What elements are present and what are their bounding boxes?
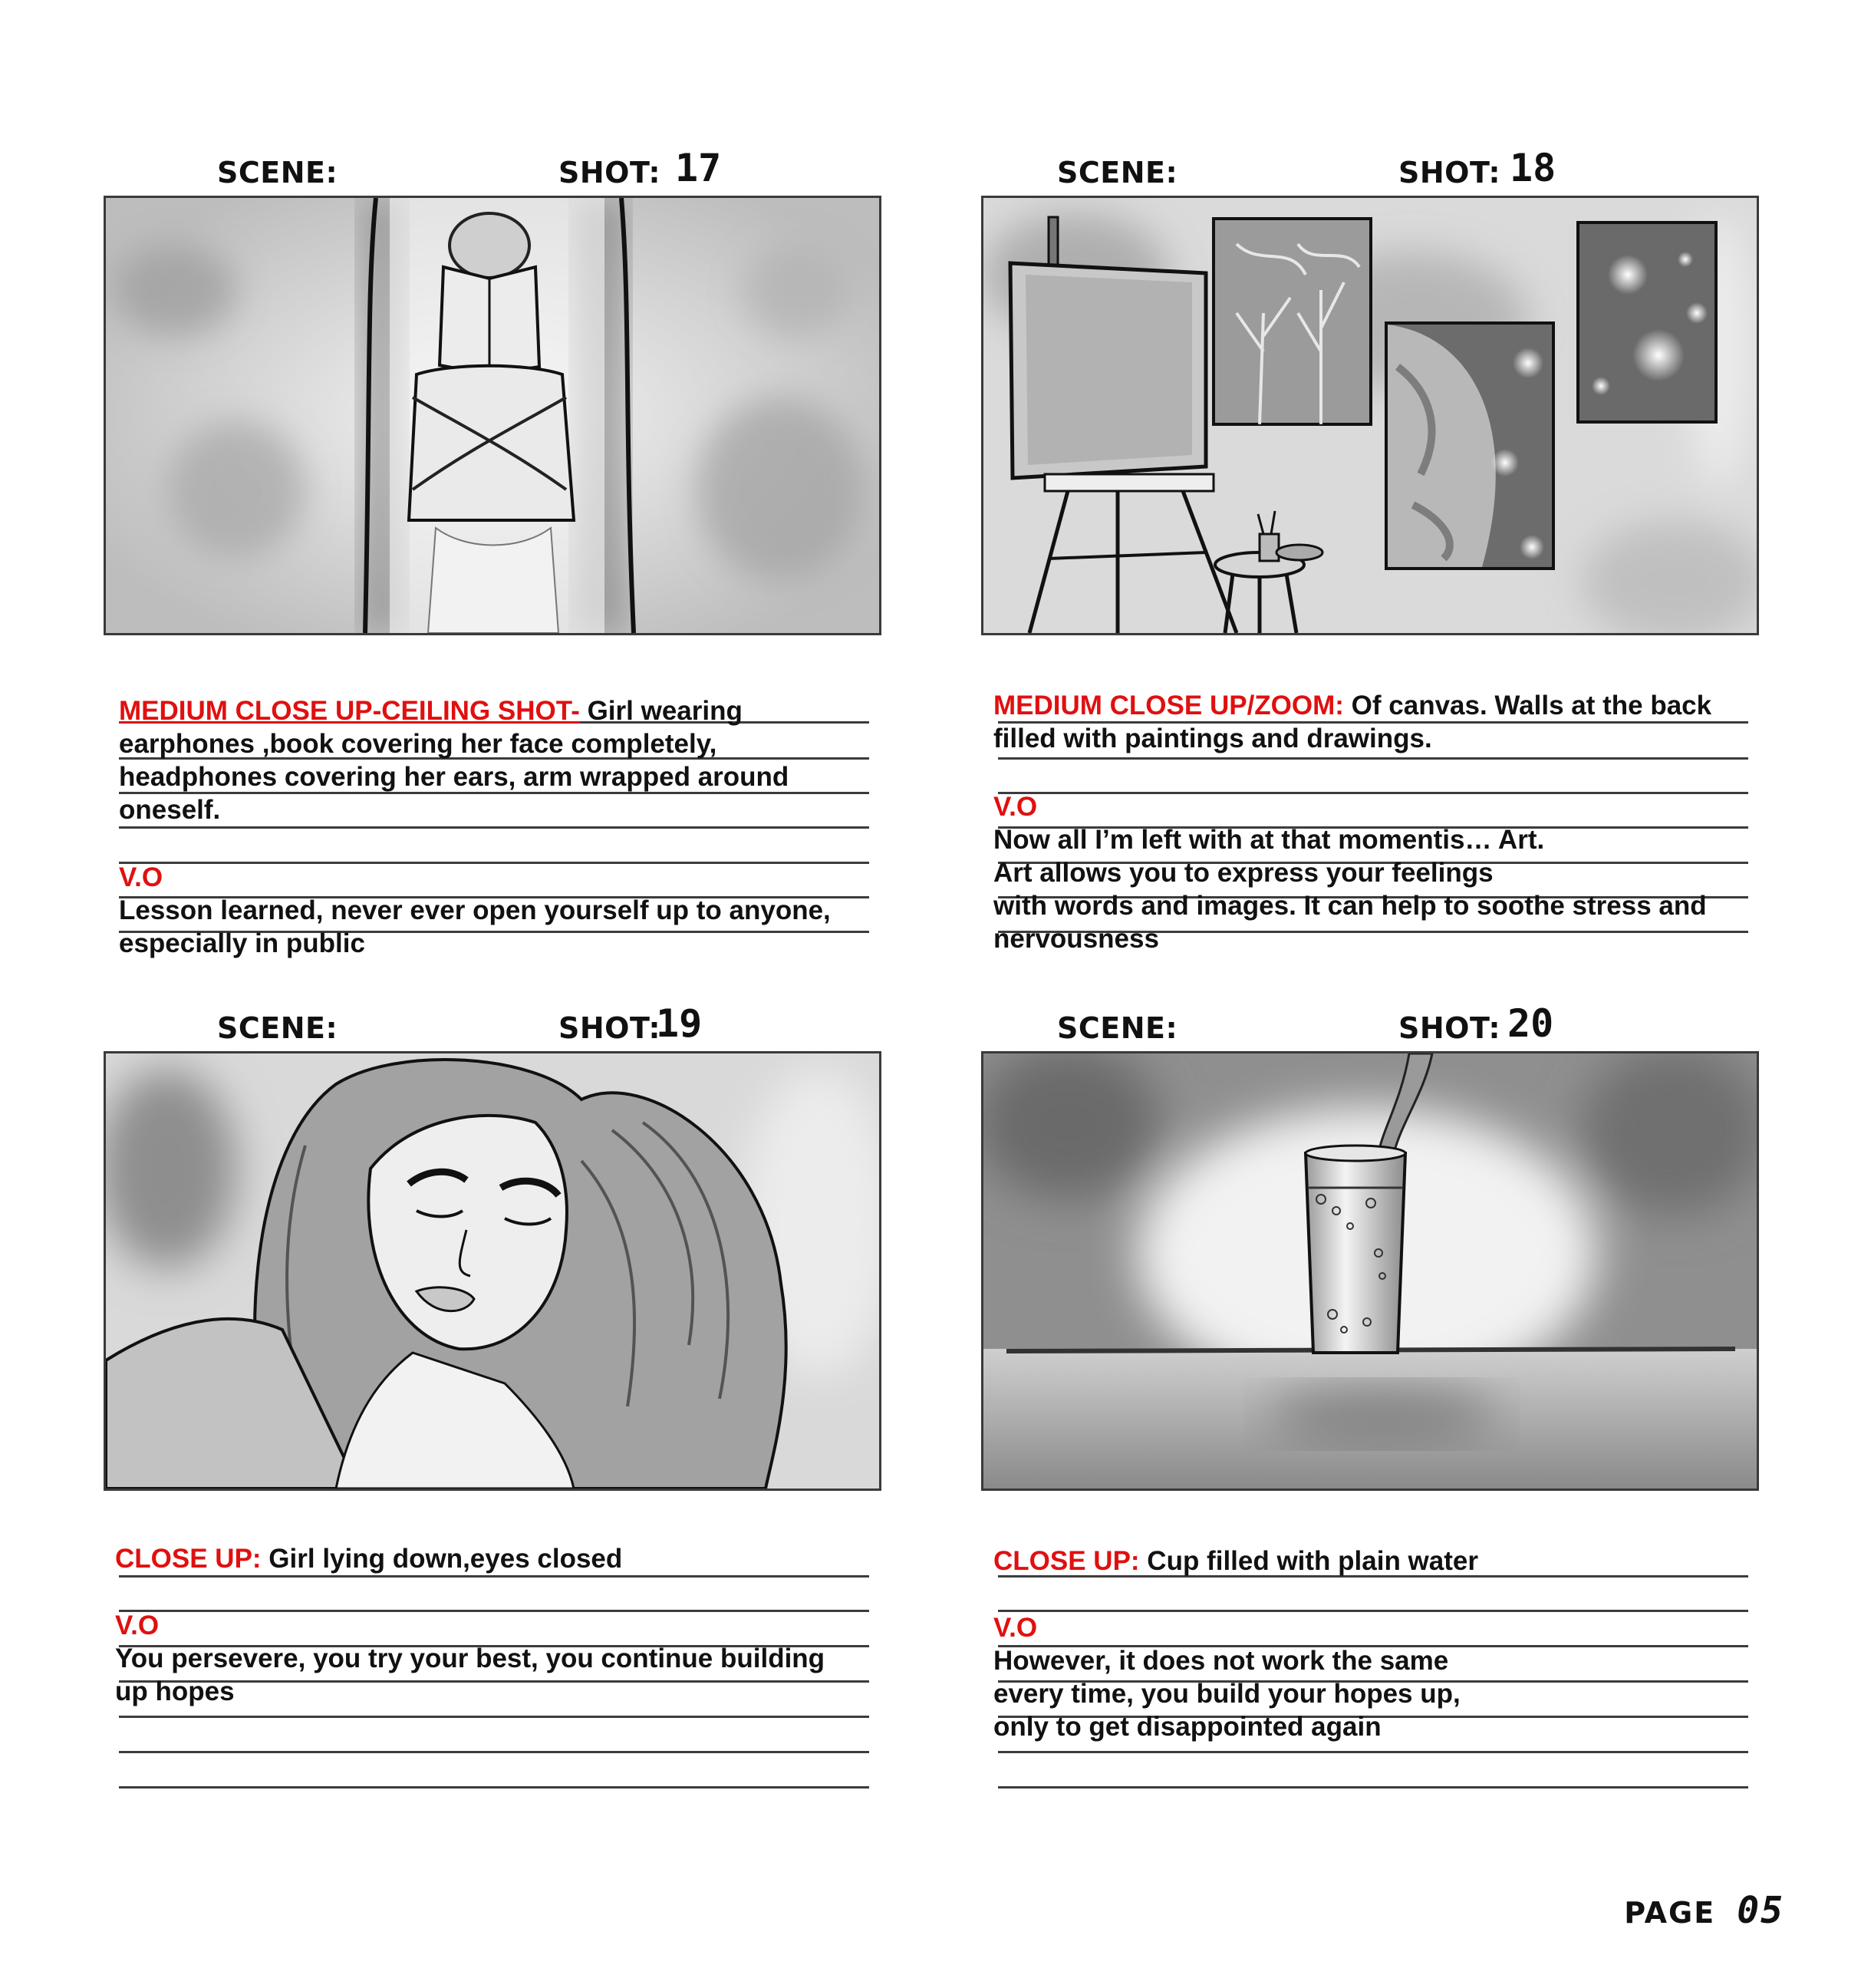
page-label: PAGE bbox=[1624, 1896, 1716, 1930]
scene-label: SCENE: bbox=[217, 1011, 338, 1045]
shot-type-heading: CLOSE UP: bbox=[993, 1546, 1140, 1576]
voice-over-line: However, it does not work the same bbox=[993, 1646, 1449, 1676]
ruled-line bbox=[119, 826, 869, 829]
ruled-line bbox=[998, 1610, 1748, 1612]
scene-label: SCENE: bbox=[1057, 156, 1178, 190]
shot-description: CLOSE UP: Cup filled with plain water bbox=[993, 1545, 1478, 1578]
voice-over-line: nervousness bbox=[993, 924, 1159, 954]
voice-over-line: Art allows you to express your feelings bbox=[993, 858, 1494, 888]
ruled-line bbox=[998, 1751, 1748, 1753]
description-line: filled with paintings and drawings. bbox=[993, 724, 1432, 753]
description-line: oneself. bbox=[119, 795, 221, 825]
shot-label: SHOT: bbox=[558, 156, 661, 190]
voice-over-line: up hopes bbox=[115, 1676, 235, 1706]
sketch-girl-eyes-closed bbox=[106, 1053, 879, 1489]
shot-description: CLOSE UP: Girl lying down,eyes closed bbox=[115, 1542, 622, 1575]
shot-label: SHOT: bbox=[558, 1011, 661, 1045]
ruled-line bbox=[119, 1716, 869, 1718]
page-number-value: 05 bbox=[1737, 1889, 1784, 1932]
ruled-line bbox=[119, 1575, 869, 1578]
voice-over-line: Lesson learned, never ever open yourself… bbox=[119, 895, 831, 925]
voice-over-label: V.O bbox=[115, 1611, 160, 1640]
shot-type-heading: MEDIUM CLOSE UP-CEILING SHOT- bbox=[119, 696, 580, 726]
sketch-easel-and-paintings bbox=[983, 198, 1757, 633]
scene-label: SCENE: bbox=[217, 156, 338, 190]
voice-over-line: with words and images. It can help to so… bbox=[993, 891, 1707, 921]
description-line: earphones ,book covering her face comple… bbox=[119, 729, 717, 759]
shot-number: 20 bbox=[1507, 1001, 1554, 1046]
ruled-line bbox=[998, 792, 1748, 794]
ruled-line bbox=[998, 1786, 1748, 1789]
voice-over-line: only to get disappointed again bbox=[993, 1712, 1382, 1742]
ruled-line bbox=[119, 1786, 869, 1789]
description-text: Of canvas. Walls at the back bbox=[1343, 691, 1712, 720]
sketch-frame-art-studio bbox=[981, 196, 1759, 635]
voice-over-label: V.O bbox=[993, 792, 1038, 822]
shot-description: MEDIUM CLOSE UP-CEILING SHOT- Girl weari… bbox=[119, 694, 743, 727]
ruled-line bbox=[119, 1610, 869, 1612]
sketch-frame-reading-girl bbox=[104, 196, 881, 635]
sketch-frame-water-glass bbox=[981, 1051, 1759, 1491]
ruled-line bbox=[119, 1751, 869, 1753]
page-number: PAGE 05 bbox=[1624, 1889, 1784, 1932]
shot-type-heading: MEDIUM CLOSE UP/ZOOM: bbox=[993, 691, 1344, 720]
description-text: Cup filled with plain water bbox=[1139, 1546, 1478, 1576]
shot-number: 17 bbox=[675, 146, 722, 190]
shot-label: SHOT: bbox=[1398, 156, 1501, 190]
voice-over-line: every time, you build your hopes up, bbox=[993, 1679, 1461, 1709]
shot-number: 18 bbox=[1510, 146, 1556, 190]
shot-type-heading: CLOSE UP: bbox=[115, 1544, 262, 1574]
shot-number: 19 bbox=[656, 1001, 703, 1046]
sketch-frame-girl-lying-down bbox=[104, 1051, 881, 1491]
voice-over-line: Now all I’m left with at that momentis… … bbox=[993, 825, 1545, 855]
sketch-glass-being-filled bbox=[983, 1053, 1757, 1489]
voice-over-label: V.O bbox=[119, 862, 163, 892]
voice-over-label: V.O bbox=[993, 1613, 1038, 1643]
shot-description: MEDIUM CLOSE UP/ZOOM: Of canvas. Walls a… bbox=[993, 689, 1711, 722]
description-text: Girl lying down,eyes closed bbox=[261, 1544, 623, 1574]
voice-over-line: especially in public bbox=[119, 928, 365, 958]
shot-label: SHOT: bbox=[1398, 1011, 1501, 1045]
scene-label: SCENE: bbox=[1057, 1011, 1178, 1045]
sketch-reading-girl-ceiling-shot bbox=[106, 198, 879, 633]
ruled-line bbox=[119, 862, 869, 864]
description-line: headphones covering her ears, arm wrappe… bbox=[119, 762, 789, 792]
voice-over-line: You persevere, you try your best, you co… bbox=[115, 1643, 825, 1673]
ruled-line bbox=[998, 757, 1748, 760]
description-text: Girl wearing bbox=[579, 696, 743, 726]
